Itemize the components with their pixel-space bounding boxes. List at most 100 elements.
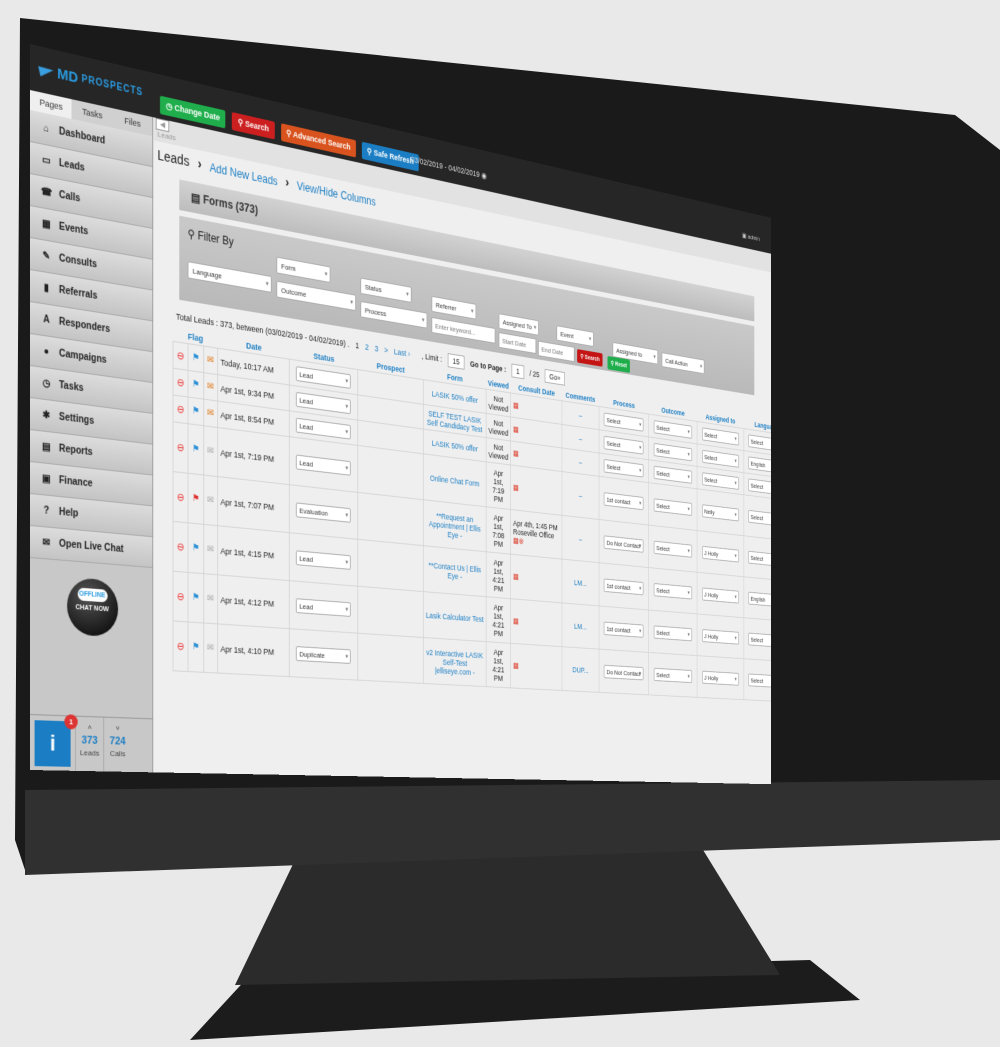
calls-counter[interactable]: ˅ 724 Calls	[103, 717, 132, 772]
delete-icon[interactable]: ⊖	[177, 404, 185, 416]
assigned-select[interactable]: Select	[701, 426, 739, 446]
form-link[interactable]: v2 Interactive LASIK Self-Test |elliseye…	[426, 647, 483, 676]
toolbar-button-search[interactable]: ⚲ Search	[232, 111, 275, 139]
process-select[interactable]: Do Not Contact	[604, 664, 644, 680]
process-select[interactable]: Select	[604, 458, 644, 478]
delete-icon[interactable]: ⊖	[177, 442, 185, 454]
language-select[interactable]: Language	[187, 261, 272, 293]
assigned-select[interactable]: Select	[701, 471, 739, 490]
outcome-select[interactable]: Select	[653, 667, 693, 683]
outcome-select[interactable]: Select	[653, 419, 693, 439]
calendar-icon[interactable]: ▦	[513, 616, 519, 625]
form-link[interactable]: **Contact Us | Ellis Eye -	[428, 560, 481, 581]
comments-link[interactable]: LM...	[574, 622, 587, 631]
assigned-select[interactable]: J Holly	[701, 545, 739, 563]
status-select[interactable]: Duplicate	[296, 645, 352, 664]
status-select[interactable]: Lead	[296, 391, 352, 414]
calendar-icon[interactable]: ▦	[513, 425, 519, 434]
delete-icon[interactable]: ⊖	[177, 350, 185, 363]
process-select[interactable]: 1st contact	[604, 578, 644, 595]
goto-page-input[interactable]: 1	[511, 363, 525, 380]
language-select[interactable]: Select	[748, 632, 772, 648]
form-link[interactable]: Lasik Calculator Test	[426, 610, 484, 623]
flag-icon[interactable]: ⚑	[192, 352, 199, 364]
calendar-icon[interactable]: ▦	[513, 661, 519, 670]
end-date-input[interactable]	[538, 340, 575, 363]
form-link[interactable]: LASIK 50% offer	[432, 438, 478, 453]
process-select[interactable]: Do Not Contact	[604, 534, 644, 553]
form-link[interactable]: Online Chat Form	[430, 473, 480, 488]
user-menu[interactable]: ▣ admin	[742, 232, 760, 243]
calendar-icon[interactable]: ▦	[513, 572, 519, 581]
limit-select[interactable]: 15	[447, 353, 465, 370]
flag-icon[interactable]: ⚑	[192, 543, 199, 554]
delete-icon[interactable]: ⊖	[177, 591, 185, 603]
page-link-0[interactable]: 1	[355, 341, 359, 351]
delete-icon[interactable]: ⊖	[177, 492, 185, 504]
comments-link[interactable]: –	[579, 411, 582, 420]
keyword-input[interactable]	[431, 317, 496, 344]
language-select[interactable]: English	[748, 591, 772, 608]
outcome-select[interactable]: Select	[653, 625, 693, 641]
page-link-1[interactable]: 2	[365, 342, 369, 352]
leads-counter[interactable]: ˄ 373 Leads	[75, 716, 104, 772]
outcome-select[interactable]: Select	[653, 540, 693, 558]
language-select[interactable]: Select	[748, 478, 772, 496]
status-select[interactable]: Status	[360, 277, 412, 303]
flag-icon[interactable]: ⚑	[192, 642, 199, 653]
language-select[interactable]: Select	[748, 550, 772, 567]
status-select[interactable]: Lead	[296, 597, 352, 617]
go-button[interactable]: Go»	[544, 368, 565, 386]
status-select[interactable]: Lead	[296, 454, 352, 476]
status-select[interactable]: Lead	[296, 365, 352, 389]
process-select[interactable]: Select	[604, 435, 644, 455]
outcome-select[interactable]: Outcome	[276, 280, 356, 312]
language-select[interactable]: Select	[748, 433, 772, 452]
status-select[interactable]: Evaluation	[296, 502, 352, 523]
form-select[interactable]: Form	[276, 256, 331, 283]
outcome-select[interactable]: Select	[653, 465, 693, 484]
process-select[interactable]: 1st contact	[604, 621, 644, 638]
comments-link[interactable]: DUP...	[572, 665, 588, 674]
assigned-select[interactable]: J Holly	[701, 628, 739, 645]
flag-icon[interactable]: ⚑	[192, 444, 199, 455]
assigned-select[interactable]: Nelly	[701, 503, 739, 522]
language-select[interactable]: English	[748, 456, 772, 474]
assigned-select[interactable]: J Holly	[701, 587, 739, 604]
process-select[interactable]: 1st contact	[604, 491, 644, 510]
delete-icon[interactable]: ⊖	[177, 377, 185, 390]
language-select[interactable]: Select	[748, 509, 772, 527]
info-button[interactable]: i1	[34, 714, 78, 767]
calendar-icon[interactable]: ▦	[513, 401, 519, 410]
delete-icon[interactable]: ⊖	[177, 541, 185, 553]
page-link-3[interactable]: >	[384, 345, 388, 355]
calendar-icon[interactable]: ▦	[513, 449, 519, 458]
comments-link[interactable]: –	[579, 458, 582, 467]
filter-search-button[interactable]: ⚲ Search	[577, 349, 603, 367]
start-date-input[interactable]	[498, 332, 537, 354]
comments-link[interactable]: –	[579, 434, 582, 443]
outcome-select[interactable]: Select	[653, 497, 693, 516]
language-select[interactable]: Select	[748, 673, 772, 688]
outcome-select[interactable]: Select	[653, 582, 693, 600]
assigned-select[interactable]: Select	[701, 449, 739, 468]
call-action-select[interactable]: Call Action	[661, 352, 705, 375]
assigned-select[interactable]: J Holly	[701, 670, 739, 686]
flag-icon[interactable]: ⚑	[192, 406, 199, 417]
page-link-4[interactable]: Last ›	[394, 347, 410, 359]
status-select[interactable]: Lead	[296, 417, 352, 440]
process-select[interactable]: Select	[604, 412, 644, 432]
comments-link[interactable]: LM...	[574, 578, 587, 588]
process-select[interactable]: Process	[360, 300, 428, 329]
form-link[interactable]: **Request an Appointment | Ellis Eye -	[429, 511, 481, 540]
comments-link[interactable]: –	[579, 491, 582, 500]
flag-icon[interactable]: ⚑	[192, 379, 199, 390]
outcome-select[interactable]: Select	[653, 442, 693, 461]
delete-icon[interactable]: ⊖	[177, 641, 185, 653]
flag-icon[interactable]: ⚑	[192, 592, 199, 603]
page-link-2[interactable]: 3	[375, 344, 379, 354]
event-select[interactable]: Event	[556, 325, 594, 347]
status-select[interactable]: Lead	[296, 549, 352, 570]
chat-now-button[interactable]: OFFLINE CHAT NOW	[66, 576, 118, 638]
flag-icon[interactable]: ⚑	[192, 493, 199, 504]
